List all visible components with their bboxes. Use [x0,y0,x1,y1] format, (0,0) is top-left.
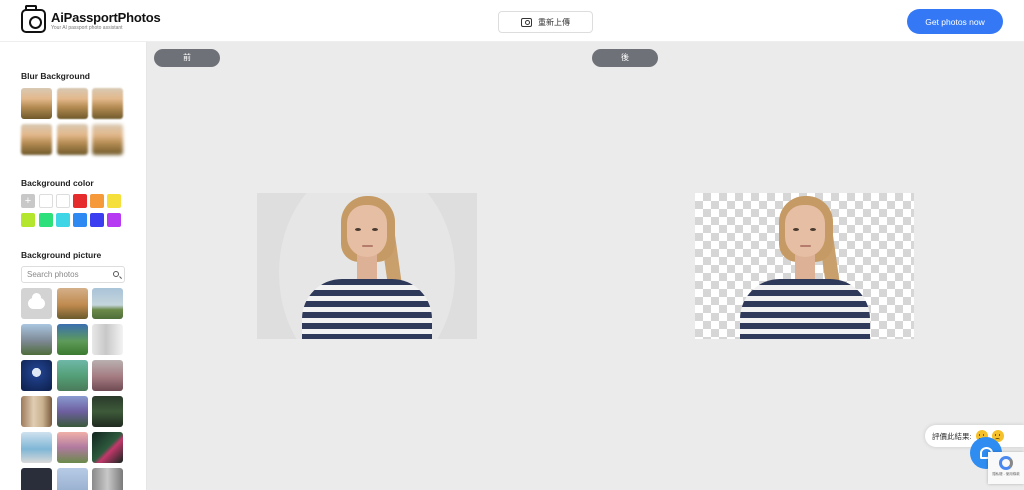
color-swatch[interactable] [107,213,121,227]
background-photo[interactable] [57,288,88,319]
blur-option[interactable] [57,124,88,155]
background-photo[interactable] [92,288,123,319]
blur-option[interactable] [92,124,123,155]
search-photos-input[interactable]: Search photos [21,266,125,283]
portrait-subject [740,193,870,339]
background-photo[interactable] [92,324,123,355]
background-photo[interactable] [21,432,52,463]
color-swatch[interactable] [73,194,87,208]
background-photo[interactable] [57,324,88,355]
color-swatch[interactable] [56,213,70,227]
blur-option[interactable] [57,88,88,119]
blur-option[interactable] [21,88,52,119]
background-removed-photo [695,193,914,339]
background-photo[interactable] [21,360,52,391]
reupload-label: 重新上傳 [538,17,570,27]
recaptcha-badge[interactable]: 隱私權 - 使用條款 [988,452,1024,484]
camera-logo-icon [21,5,46,33]
editor-workspace: 前 後 [147,42,1024,490]
camera-icon [521,17,532,27]
background-photo[interactable] [92,396,123,427]
upload-background-button[interactable] [21,288,52,319]
background-color-title: Background color [21,178,94,188]
original-photo [257,193,477,339]
background-photo[interactable] [57,360,88,391]
background-photo[interactable] [57,432,88,463]
color-swatch[interactable] [39,213,53,227]
color-swatch[interactable] [90,213,104,227]
recaptcha-icon [999,456,1013,470]
cloud-upload-icon [28,293,45,309]
portrait-subject [302,193,432,339]
color-swatch[interactable] [107,194,121,208]
editor-sidebar: Blur Background Background color + Backg… [0,42,147,490]
background-photo[interactable] [92,432,123,463]
background-picture-title: Background picture [21,250,102,260]
recaptcha-text: 隱私權 - 使用條款 [992,472,1020,476]
reupload-button[interactable]: 重新上傳 [498,11,593,33]
app-subtitle: Your AI passport photo assistant [51,25,123,31]
background-photo[interactable] [92,360,123,391]
add-color-swatch[interactable]: + [21,194,35,208]
blur-option[interactable] [21,124,52,155]
search-icon[interactable] [113,271,119,277]
background-photo[interactable] [57,468,88,490]
get-photos-button[interactable]: Get photos now [907,9,1003,34]
background-photo[interactable] [21,396,52,427]
color-swatch[interactable] [39,194,53,208]
background-photo[interactable] [21,324,52,355]
rate-result-label: 評價此結果: [932,431,972,441]
background-photo[interactable] [92,468,123,490]
background-photo[interactable] [57,396,88,427]
logo-text: AiPassportPhotos Your AI passport photo … [51,10,161,32]
color-swatch[interactable] [90,194,104,208]
background-photo[interactable] [21,468,52,490]
top-header: AiPassportPhotos Your AI passport photo … [0,0,1024,42]
color-swatch[interactable] [21,213,35,227]
color-swatch[interactable] [73,213,87,227]
after-label-pill: 後 [592,49,658,67]
blur-background-title: Blur Background [21,71,90,81]
color-swatch[interactable] [56,194,70,208]
before-label-pill: 前 [154,49,220,67]
app-title: AiPassportPhotos [51,10,161,25]
app-logo[interactable]: AiPassportPhotos Your AI passport photo … [21,5,161,33]
blur-option[interactable] [92,88,123,119]
